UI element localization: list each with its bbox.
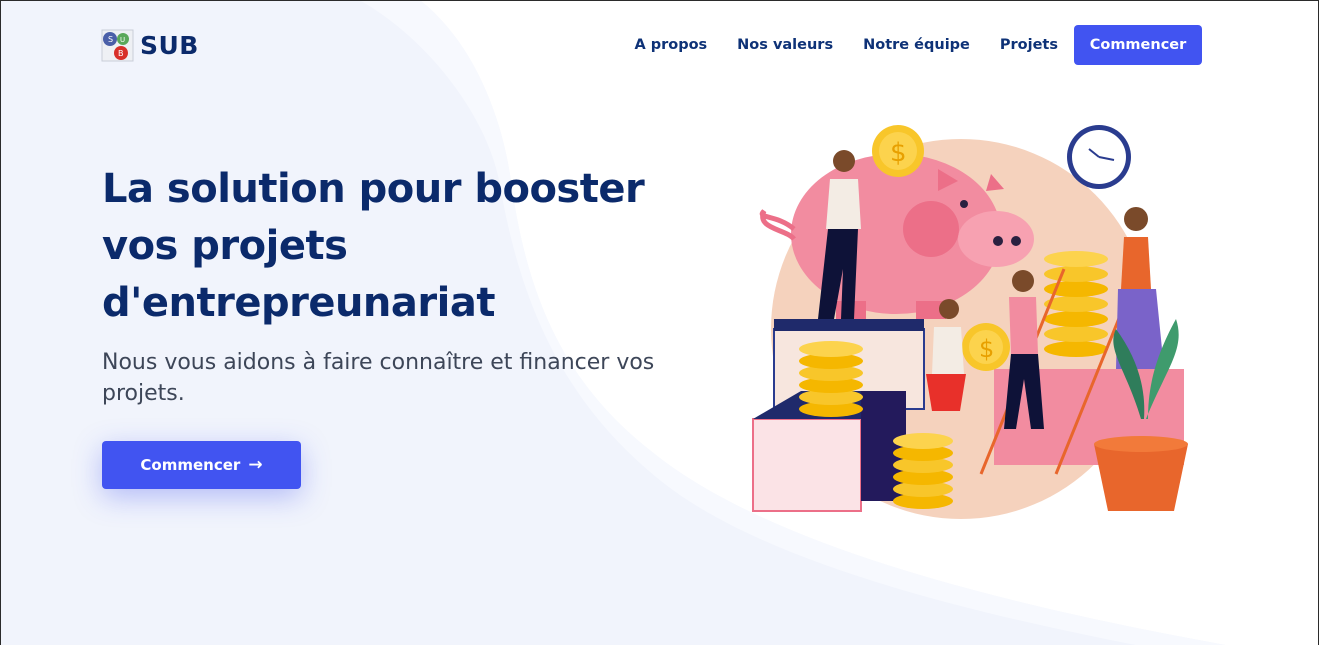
nav-item-a-propos[interactable]: A propos [634, 37, 707, 53]
svg-text:U: U [120, 36, 125, 44]
hero-subtitle: Nous vous aidons à faire connaître et fi… [102, 350, 655, 406]
nav-item-notre-equipe[interactable]: Notre équipe [863, 37, 970, 53]
svg-text:S: S [108, 35, 113, 44]
nav-item-nos-valeurs[interactable]: Nos valeurs [737, 37, 833, 53]
wavy-block [752, 418, 862, 512]
finance-illustration: $ $ [752, 125, 1188, 519]
nav-item-projets[interactable]: Projets [1000, 37, 1058, 53]
hero-title: La solution pour booster vos projets d'e… [102, 166, 645, 326]
brand-name: SUB [140, 30, 199, 60]
navbar: S U B SUB A propos Nos valeurs Notre équ… [101, 23, 1202, 67]
page: S U B SUB A propos Nos valeurs Notre équ… [0, 0, 1319, 645]
svg-text:B: B [118, 49, 124, 58]
hero-cta-label: Commencer [140, 456, 241, 474]
svg-text:$: $ [890, 138, 907, 168]
arrow-right-icon: → [248, 455, 263, 475]
nav-commencer-button[interactable]: Commencer [1074, 25, 1202, 65]
svg-text:$: $ [979, 335, 994, 363]
clock-icon [1067, 125, 1131, 189]
hero-commencer-button[interactable]: Commencer → [102, 441, 301, 489]
main-nav: A propos Nos valeurs Notre équipe Projet… [634, 25, 1202, 65]
sub-logo-icon: S U B [101, 29, 134, 61]
brand-link[interactable]: S U B SUB [101, 29, 199, 62]
